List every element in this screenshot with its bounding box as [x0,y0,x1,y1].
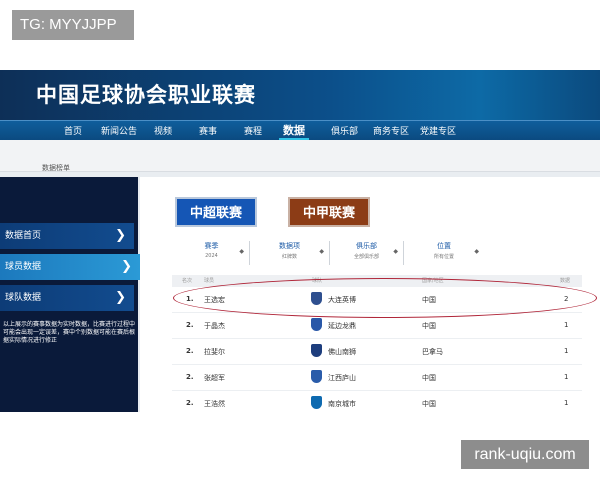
rank-cell: 2. [186,399,194,407]
nav-home[interactable]: 首页 [64,124,82,137]
position-value: 所有位置 [433,254,454,260]
site-watermark: rank-uqiu.com [461,440,589,469]
club-crest-icon [311,370,322,383]
header-player: 球员 [204,278,215,284]
tg-watermark: TG: MYYJJPP [12,10,134,40]
sidebar-item-label: 球员数据 [5,262,42,272]
stat-value: 红牌数 [281,254,297,260]
count-cell: 1 [564,321,569,329]
site-title: 中国足球协会职业联赛 [36,83,256,107]
rank-cell: 2. [186,321,194,329]
nav-matches[interactable]: 赛事 [199,124,217,137]
stat-label: 数据项 [279,242,300,250]
breadcrumb: 数据榜单 [42,164,70,172]
nav-news[interactable]: 新闻公告 [101,124,137,137]
data-disclaimer: 以上展示的赛事数据为实时数据，比赛进行过程中可能会出现一定误差，赛中个别数据可能… [3,321,136,344]
screenshot-frame: 中国足球协会职业联赛 首页 新闻公告 视频 赛事 赛程 数据 俱乐部 商务专区 … [0,70,600,412]
chevron-right-icon: ❯ [115,228,126,243]
club-cell[interactable]: 佛山南狮 [328,347,356,357]
season-label: 赛季 [204,242,219,250]
tab-csl-button[interactable]: 中超联赛 [175,197,257,227]
sidebar-item-team-data[interactable]: 球队数据 ❯ [0,285,134,311]
chevron-right-icon: ❯ [115,290,126,305]
club-cell[interactable]: 江西庐山 [328,373,356,383]
nav-party[interactable]: 党建专区 [420,124,456,137]
sidebar: 数据首页 ❯ 球员数据 ❯ 球队数据 ❯ 以上展示的赛事数据为实时数据，比赛进行… [0,177,140,412]
club-value: 全部俱乐部 [353,254,379,260]
country-cell: 巴拿马 [422,348,443,356]
player-cell[interactable]: 拉斐尔 [204,347,225,357]
count-cell: 1 [564,399,569,407]
sidebar-item-data-home[interactable]: 数据首页 ❯ [0,223,134,249]
caret-icon: ◆ [239,248,244,255]
header-rank: 名次 [182,278,193,284]
player-cell[interactable]: 于晶杰 [204,321,225,331]
stat-select[interactable]: 数据项 红牌数 ◆ [250,241,330,265]
position-select[interactable]: 位置 所有位置 ◆ [404,241,484,265]
highlight-ellipse [173,278,597,318]
main-nav: 首页 新闻公告 视频 赛事 赛程 数据 俱乐部 商务专区 党建专区 [0,120,600,140]
player-cell[interactable]: 王浩然 [204,399,225,409]
tab-china-league-one-button[interactable]: 中甲联赛 [288,197,370,227]
caret-icon: ◆ [319,248,324,255]
club-select[interactable]: 俱乐部 全部俱乐部 ◆ [330,241,404,265]
club-label: 俱乐部 [356,242,377,250]
header-count: 数据 [560,278,571,284]
club-crest-icon [311,344,322,357]
season-select[interactable]: 赛季 2024 ◆ [174,241,250,265]
rank-cell: 2. [186,347,194,355]
club-crest-icon [311,396,322,409]
country-cell: 中国 [422,374,436,382]
nav-video[interactable]: 视频 [154,124,172,137]
club-cell[interactable]: 延边龙鼎 [328,321,356,331]
position-label: 位置 [437,242,451,250]
caret-icon: ◆ [393,248,398,255]
nav-clubs[interactable]: 俱乐部 [331,124,358,137]
sidebar-item-label: 球队数据 [5,293,42,303]
country-cell: 中国 [422,322,436,330]
count-cell: 1 [564,347,569,355]
sidebar-item-label: 数据首页 [5,231,42,241]
club-crest-icon [311,318,322,331]
table-row[interactable]: 2. 张超军 江西庐山 中国 1 [172,365,582,391]
sub-header [0,140,600,172]
nav-schedule[interactable]: 赛程 [244,124,262,137]
rank-cell: 2. [186,373,194,381]
table-row[interactable]: 2. 王浩然 南京城市 中国 1 [172,391,582,412]
nav-business[interactable]: 商务专区 [373,124,409,137]
club-cell[interactable]: 南京城市 [328,399,356,409]
caret-icon: ◆ [474,248,479,255]
sidebar-item-player-data[interactable]: 球员数据 ❯ [0,254,140,280]
chevron-right-icon: ❯ [121,259,132,274]
count-cell: 1 [564,373,569,381]
table-row[interactable]: 2. 拉斐尔 佛山南狮 巴拿马 1 [172,339,582,365]
player-cell[interactable]: 张超军 [204,373,225,383]
country-cell: 中国 [422,400,436,408]
site-banner: 中国足球协会职业联赛 [0,70,600,120]
nav-data[interactable]: 数据 [283,122,305,138]
season-value: 2024 [205,253,218,259]
